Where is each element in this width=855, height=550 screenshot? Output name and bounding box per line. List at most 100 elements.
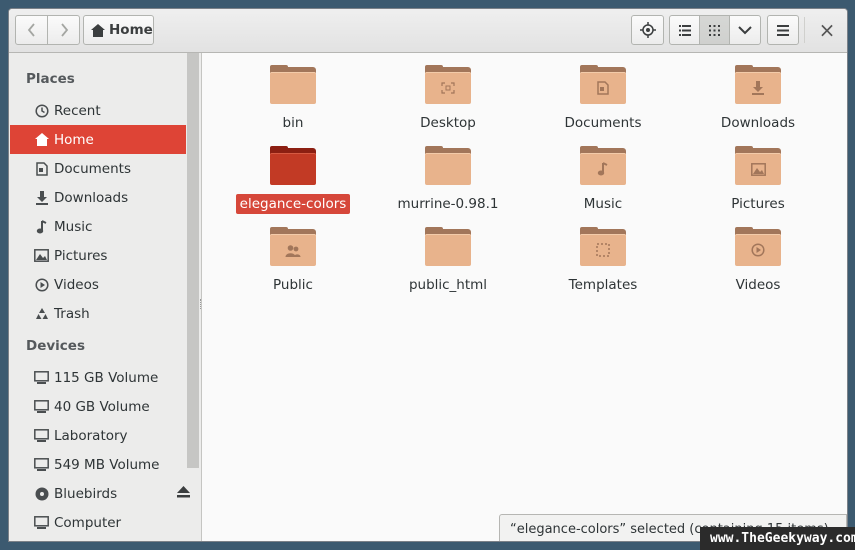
sidebar-item-pictures[interactable]: Pictures — [10, 241, 186, 270]
recycle-icon — [34, 306, 49, 321]
sidebar-item-home[interactable]: Home — [10, 125, 186, 154]
view-options-button[interactable] — [729, 15, 761, 45]
drive-icon — [34, 370, 49, 385]
file-item-downloads[interactable]: Downloads — [683, 53, 833, 133]
file-item-murrine[interactable]: murrine-0.98.1 — [373, 134, 523, 214]
chevron-down-icon — [738, 25, 752, 34]
file-item-bin[interactable]: bin — [218, 53, 368, 133]
sidebar-item-recent[interactable]: Recent — [10, 96, 186, 125]
sidebar-item-computer[interactable]: Computer — [10, 508, 186, 537]
sidebar-item-115gb-volume[interactable]: 115 GB Volume — [10, 363, 186, 392]
grid-view-button[interactable] — [699, 15, 730, 45]
sidebar-item-videos[interactable]: Videos — [10, 270, 186, 299]
hamburger-icon — [777, 24, 789, 36]
sidebar-item-label: Music — [54, 218, 93, 235]
eject-icon[interactable] — [177, 486, 190, 502]
computer-icon — [34, 515, 49, 530]
file-name: Public — [273, 277, 313, 293]
sidebar-item-label: 115 GB Volume — [54, 369, 159, 386]
devices-heading: Devices — [26, 338, 85, 354]
back-button[interactable] — [15, 15, 48, 45]
file-item-desktop[interactable]: Desktop — [373, 53, 523, 133]
disc-icon — [34, 486, 49, 501]
crosshair-icon — [639, 22, 656, 38]
file-name: murrine-0.98.1 — [397, 196, 499, 212]
folder-pictures-icon — [735, 146, 781, 185]
file-item-public-html[interactable]: public_html — [373, 215, 523, 295]
sidebar-item-label: Bluebirds — [54, 485, 118, 502]
sidebar-item-label: Home — [54, 131, 94, 148]
file-name: elegance-colors — [235, 194, 351, 214]
sidebar-item-bluebirds[interactable]: Bluebirds — [10, 479, 200, 508]
file-item-pictures[interactable]: Pictures — [683, 134, 833, 214]
file-name: Desktop — [420, 115, 476, 131]
header-bar: Home × — [9, 9, 847, 53]
close-button[interactable]: × — [813, 15, 841, 45]
file-item-templates[interactable]: Templates — [528, 215, 678, 295]
chevron-left-icon — [27, 23, 35, 37]
sidebar-item-549mb-volume[interactable]: 549 MB Volume — [10, 450, 186, 479]
file-item-music[interactable]: Music — [528, 134, 678, 214]
main-menu-button[interactable] — [767, 15, 799, 45]
sidebar-item-documents[interactable]: Documents — [10, 154, 186, 183]
sidebar-item-trash[interactable]: Trash — [10, 299, 186, 328]
file-item-elegance-colors[interactable]: elegance-colors — [218, 134, 368, 214]
folder-music-icon — [580, 146, 626, 185]
header-separator — [804, 17, 805, 43]
folder-icon — [270, 146, 316, 185]
folder-icon — [425, 227, 471, 266]
file-name: Music — [583, 196, 623, 212]
download-icon — [34, 190, 49, 205]
drive-icon — [34, 457, 49, 472]
home-icon — [34, 132, 49, 147]
sidebar-item-label: Trash — [54, 305, 90, 322]
places-heading: Places — [26, 71, 75, 87]
grid-icon — [709, 24, 720, 36]
file-item-documents[interactable]: Documents — [528, 53, 678, 133]
file-name: bin — [282, 115, 304, 131]
sidebar-scrollbar[interactable] — [187, 53, 199, 468]
file-name: Videos — [735, 277, 781, 293]
drive-icon — [34, 399, 49, 414]
watermark: www.TheGeekyway.com — [700, 527, 855, 550]
file-item-videos[interactable]: Videos — [683, 215, 833, 295]
file-name: Documents — [564, 115, 642, 131]
sidebar-item-label: Documents — [54, 160, 131, 177]
file-name: Pictures — [731, 196, 785, 212]
folder-templates-icon — [580, 227, 626, 266]
list-icon — [678, 24, 691, 36]
folder-desktop-icon — [425, 65, 471, 104]
folder-public-icon — [270, 227, 316, 266]
folder-downloads-icon — [735, 65, 781, 104]
sidebar-item-label: Downloads — [54, 189, 129, 206]
home-icon — [91, 23, 105, 37]
sidebar: Places Recent Home Documents Downloads M… — [9, 53, 202, 541]
folder-videos-icon — [735, 227, 781, 266]
sidebar-item-label: Pictures — [54, 247, 108, 264]
music-note-icon — [34, 219, 49, 234]
sidebar-item-label: 549 MB Volume — [54, 456, 160, 473]
close-icon: × — [818, 18, 836, 42]
sidebar-item-laboratory[interactable]: Laboratory — [10, 421, 186, 450]
sidebar-item-label: Videos — [54, 276, 99, 293]
breadcrumb-home-button[interactable]: Home — [83, 15, 154, 45]
file-name: Templates — [568, 277, 638, 293]
location-button[interactable] — [631, 15, 664, 45]
sidebar-item-40gb-volume[interactable]: 40 GB Volume — [10, 392, 186, 421]
sidebar-item-downloads[interactable]: Downloads — [10, 183, 186, 212]
chevron-right-icon — [60, 23, 68, 37]
file-name: Downloads — [720, 115, 796, 131]
sidebar-item-label: Laboratory — [54, 427, 128, 444]
forward-button[interactable] — [47, 15, 80, 45]
sidebar-item-label: Computer — [54, 514, 122, 531]
sidebar-item-music[interactable]: Music — [10, 212, 186, 241]
file-item-public[interactable]: Public — [218, 215, 368, 295]
list-view-button[interactable] — [669, 15, 700, 45]
file-grid: bin Desktop Documents Downloads elegance… — [202, 53, 847, 541]
folder-icon — [425, 146, 471, 185]
file-manager-window: Home × Places Recent Home Documents Down… — [8, 8, 848, 542]
breadcrumb-label: Home — [109, 22, 153, 38]
folder-icon — [270, 65, 316, 104]
document-icon — [34, 161, 49, 176]
picture-icon — [34, 248, 49, 263]
